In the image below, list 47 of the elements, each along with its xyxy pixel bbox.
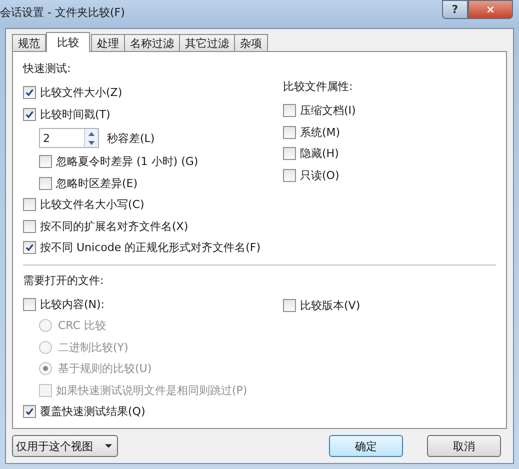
tab[interactable]: 规范 [12,34,46,51]
cancel-button[interactable]: 取消 [427,435,501,457]
tab[interactable]: 杂项 [234,34,268,51]
checkbox-label[interactable]: 比较文件大小(Z) [40,85,122,100]
checkbox[interactable] [39,176,52,190]
checkbox-label[interactable]: 只读(O) [300,168,340,183]
checkbox-label[interactable]: 覆盖快速测试结果(Q) [40,404,146,420]
number-spinner[interactable]: 2 [39,128,99,148]
tab[interactable]: 名称过滤 [124,34,180,51]
down-arrow-icon[interactable] [85,138,98,147]
checkbox-label[interactable]: 压缩文档(I) [300,103,356,118]
checkbox[interactable] [23,198,36,212]
checkbox[interactable] [283,298,296,312]
checkbox[interactable] [283,168,296,182]
checkbox-label[interactable]: 忽略夏令时差异 (1 小时) (G) [56,154,198,170]
section-heading: 快速测试: [23,62,72,77]
checkbox-label[interactable]: 比较内容(N): [40,296,105,312]
tab[interactable]: 其它过滤 [179,34,235,51]
unit-label: 秒容差(L) [107,130,155,146]
checkbox-label[interactable]: 比较版本(V) [300,298,360,313]
tab[interactable]: 比较 [46,32,90,52]
checkbox[interactable] [23,86,36,100]
checkbox[interactable] [23,241,36,254]
window-title: 会话设置 - 文件夹比较(F) [0,5,125,20]
checkbox-label[interactable]: 系统(M) [300,124,340,140]
ok-button[interactable]: 确定 [329,435,403,457]
checkbox[interactable] [23,298,36,311]
section-heading: 需要打开的文件: [23,274,105,288]
checkbox-label[interactable]: 比较时间戳(T) [40,106,110,122]
checkbox-label[interactable]: 隐藏(H) [300,146,339,162]
checkbox[interactable] [283,126,296,139]
help-button[interactable]: ? [442,0,468,19]
checkbox[interactable] [23,108,36,121]
checkbox[interactable] [23,405,36,418]
checkbox-label[interactable]: 按不同 Unicode 的正规化形式对齐文件名(F) [40,240,261,256]
scope-dropdown[interactable]: 仅用于这个视图 [12,435,118,457]
checkbox[interactable] [283,147,296,160]
up-arrow-icon[interactable] [85,129,98,138]
tab[interactable]: 处理 [91,34,125,51]
checkbox[interactable] [39,155,52,168]
dropdown-caret-icon [105,444,112,448]
checkbox-label[interactable]: 比较文件名大小写(C) [40,197,144,212]
checkbox-label[interactable]: 按不同的扩展名对齐文件名(X) [40,218,188,234]
section-heading: 比较文件属性: [283,80,354,95]
checkbox-label[interactable]: 忽略时区差异(E) [56,176,138,191]
checkbox[interactable] [23,220,36,233]
checkbox[interactable] [283,104,296,118]
